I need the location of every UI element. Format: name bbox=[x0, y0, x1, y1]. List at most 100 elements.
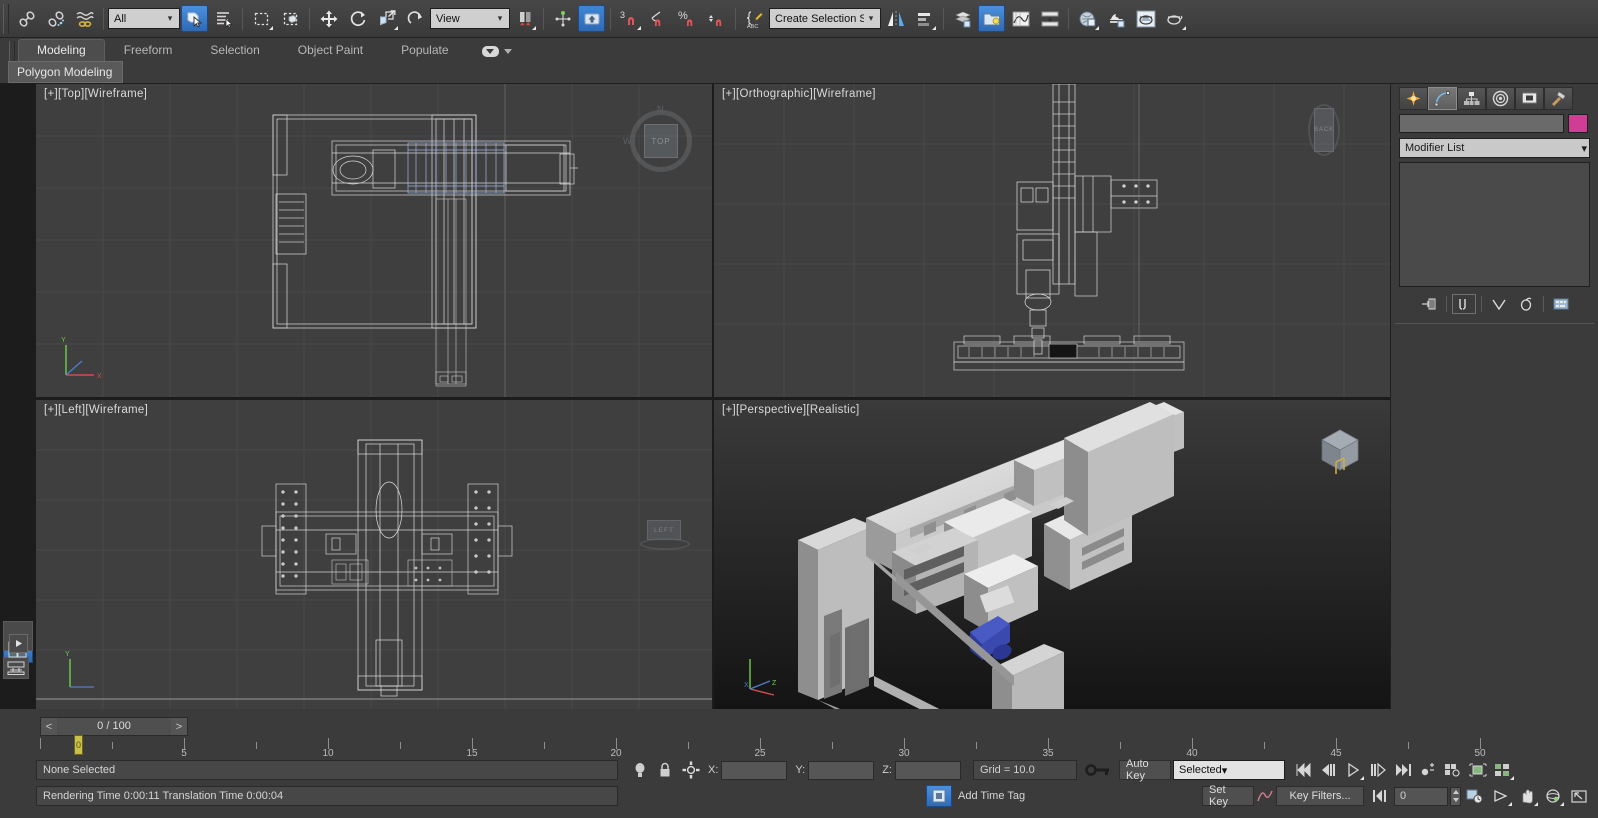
current-frame-field[interactable]: 0 bbox=[1394, 786, 1448, 806]
key-filters-button[interactable]: Key Filters... bbox=[1276, 786, 1364, 806]
make-unique-icon[interactable] bbox=[1487, 294, 1511, 314]
current-frame-spinner[interactable] bbox=[1450, 786, 1461, 806]
select-and-place-icon[interactable] bbox=[402, 5, 429, 32]
ribbon-minimize-control[interactable] bbox=[468, 44, 520, 61]
render-production-icon[interactable] bbox=[1161, 5, 1188, 32]
material-editor-icon[interactable] bbox=[1074, 5, 1101, 32]
select-and-manipulate-icon[interactable] bbox=[549, 5, 576, 32]
pin-stack-icon[interactable] bbox=[1417, 294, 1441, 314]
angle-snap-icon[interactable]: 3 bbox=[616, 5, 643, 32]
rectangular-selection-region-icon[interactable] bbox=[248, 5, 275, 32]
zoom-extents-all-button[interactable] bbox=[1441, 759, 1465, 781]
zoom-extents-all-selected-button[interactable] bbox=[1491, 759, 1515, 781]
viewport-orthographic[interactable]: [+][Orthographic][Wireframe] Y Z BACK bbox=[714, 84, 1390, 397]
ribbon-grip[interactable] bbox=[9, 41, 15, 61]
curve-editor-icon[interactable] bbox=[1007, 5, 1034, 32]
viewport-left[interactable]: [+][Left][Wireframe] Y LEFT bbox=[36, 400, 712, 709]
viewcube-left[interactable]: LEFT bbox=[640, 518, 690, 552]
spinner-snap-icon[interactable] bbox=[703, 5, 730, 32]
modifier-stack-list[interactable] bbox=[1399, 162, 1590, 287]
rendered-frame-window-icon[interactable] bbox=[1132, 5, 1159, 32]
object-name-field[interactable] bbox=[1399, 114, 1564, 133]
viewcube-perspective[interactable] bbox=[1306, 418, 1368, 480]
pan-view-button[interactable] bbox=[1515, 785, 1539, 807]
coord-x-input[interactable] bbox=[721, 760, 788, 780]
ribbon-panel-polygon-modeling[interactable]: Polygon Modeling bbox=[8, 61, 124, 83]
viewcube-face-label[interactable]: LEFT bbox=[647, 520, 681, 540]
key-mode-toggle-button[interactable] bbox=[1077, 762, 1119, 778]
orbit-view-button[interactable] bbox=[1541, 785, 1565, 807]
modify-tab[interactable] bbox=[1428, 87, 1457, 110]
select-link-icon[interactable] bbox=[13, 5, 40, 32]
open-mini-curve-editor-button[interactable] bbox=[3, 657, 29, 679]
ribbon-tab-modeling[interactable]: Modeling bbox=[18, 39, 105, 61]
ribbon-tab-populate[interactable]: Populate bbox=[382, 39, 467, 61]
ribbon-tab-selection[interactable]: Selection bbox=[191, 39, 278, 61]
ribbon-tab-object-paint[interactable]: Object Paint bbox=[279, 39, 382, 61]
key-mode-toggle-nav-button[interactable] bbox=[1368, 785, 1392, 807]
key-filter-curve-icon[interactable] bbox=[1254, 789, 1276, 803]
show-end-result-icon[interactable] bbox=[1451, 294, 1476, 314]
modifier-list-combo[interactable]: Modifier List ▾ bbox=[1399, 138, 1590, 158]
lock-icon[interactable] bbox=[658, 761, 672, 779]
go-to-end-button[interactable] bbox=[1391, 759, 1415, 781]
align-icon[interactable] bbox=[911, 5, 938, 32]
hierarchy-tab[interactable] bbox=[1457, 87, 1486, 110]
auto-key-button[interactable]: Auto Key bbox=[1118, 758, 1171, 782]
key-mode-tangent-button[interactable] bbox=[1416, 759, 1440, 781]
create-tab[interactable] bbox=[1399, 87, 1428, 110]
select-object-icon[interactable] bbox=[181, 5, 208, 32]
coord-z-input[interactable] bbox=[894, 760, 961, 780]
bind-to-space-warp-icon[interactable] bbox=[71, 5, 98, 32]
motion-tab[interactable] bbox=[1486, 87, 1515, 110]
zoom-extents-selected-button[interactable] bbox=[1466, 759, 1490, 781]
selection-filter-combo[interactable]: All ▾ bbox=[108, 8, 180, 29]
select-and-move-icon[interactable] bbox=[315, 5, 342, 32]
select-and-rotate-icon[interactable] bbox=[344, 5, 371, 32]
viewport-top[interactable]: [+][Top][Wireframe] Y X TOP N W bbox=[36, 84, 712, 397]
use-center-flyout-icon[interactable] bbox=[511, 5, 538, 32]
edit-named-selection-sets-icon[interactable]: ABC bbox=[741, 5, 768, 32]
add-time-tag-icon-button[interactable] bbox=[926, 785, 952, 807]
viewcube-orthographic[interactable]: BACK bbox=[1306, 104, 1342, 164]
object-color-swatch[interactable] bbox=[1568, 114, 1588, 133]
mirror-icon[interactable] bbox=[882, 5, 909, 32]
add-time-tag-field[interactable]: Add Time Tag bbox=[952, 786, 1092, 806]
named-selection-sets-combo[interactable]: Create Selection Se ▾ bbox=[769, 8, 881, 29]
render-setup-icon[interactable] bbox=[1103, 5, 1130, 32]
select-and-scale-icon[interactable] bbox=[373, 5, 400, 32]
schematic-view-icon[interactable] bbox=[1036, 5, 1063, 32]
set-key-button[interactable]: Set Key bbox=[1202, 784, 1254, 808]
ribbon-tab-freeform[interactable]: Freeform bbox=[105, 39, 192, 61]
snaps-toggle-icon[interactable] bbox=[578, 5, 605, 32]
layer-explorer-icon[interactable] bbox=[949, 5, 976, 32]
remove-modifier-icon[interactable] bbox=[1514, 294, 1538, 314]
time-slider-next-button[interactable]: > bbox=[171, 718, 187, 735]
key-mode-combo[interactable]: Selected ▾ bbox=[1172, 760, 1285, 780]
angle-snap-toggle-icon[interactable] bbox=[645, 5, 672, 32]
zoom-region-button[interactable] bbox=[1489, 785, 1513, 807]
toolbar-grip[interactable] bbox=[3, 3, 9, 34]
scene-explorer-icon[interactable] bbox=[978, 5, 1005, 32]
utilities-tab[interactable] bbox=[1544, 87, 1573, 110]
window-crossing-icon[interactable] bbox=[277, 5, 304, 32]
track-bar-ruler[interactable]: 5 10 15 20 25 30 35 40 45 50 bbox=[40, 738, 1540, 759]
play-animation-button[interactable] bbox=[1341, 759, 1365, 781]
next-frame-button[interactable] bbox=[1366, 759, 1390, 781]
maximize-viewport-toggle-button[interactable] bbox=[1567, 785, 1591, 807]
viewcube-face-label[interactable]: TOP bbox=[644, 124, 678, 158]
unlink-selection-icon[interactable] bbox=[42, 5, 69, 32]
time-slider-prev-button[interactable]: < bbox=[41, 718, 57, 735]
coord-y-input[interactable] bbox=[808, 760, 875, 780]
configure-modifier-sets-icon[interactable] bbox=[1549, 294, 1573, 314]
go-to-start-button[interactable] bbox=[1291, 759, 1315, 781]
percent-snap-icon[interactable]: % bbox=[674, 5, 701, 32]
display-tab[interactable] bbox=[1515, 87, 1544, 110]
expand-viewport-panel-button[interactable] bbox=[9, 634, 28, 653]
bulb-icon[interactable] bbox=[632, 761, 648, 779]
reference-coordinate-system-combo[interactable]: View ▾ bbox=[430, 8, 510, 29]
time-slider[interactable]: < 0 / 100 > bbox=[40, 717, 188, 736]
viewcube-top[interactable]: TOP N W bbox=[623, 104, 696, 176]
previous-frame-button[interactable] bbox=[1316, 759, 1340, 781]
absolute-relative-transform-icon[interactable] bbox=[682, 761, 700, 779]
